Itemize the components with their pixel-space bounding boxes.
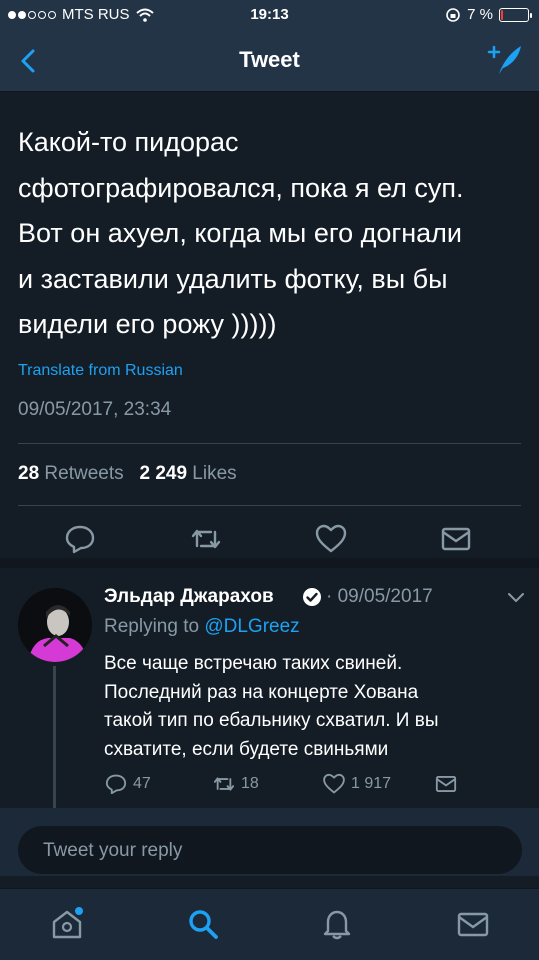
reply-icon[interactable] [63, 522, 97, 556]
tweet-timestamp: 09/05/2017, 23:34 [18, 399, 172, 420]
messages-icon[interactable] [456, 907, 490, 941]
tweet-line: Вот он ахуел, когда мы его догнали [18, 218, 462, 248]
retweets-label[interactable]: Retweets [44, 463, 123, 484]
battery-percent: 7 % [467, 6, 493, 23]
tweet-actions [0, 510, 539, 568]
reply-line: Все чаще встречаю таких свиней. [104, 653, 403, 674]
like-icon [323, 773, 345, 794]
reply-count: 47 [133, 775, 151, 792]
battery-area: 7 % [445, 6, 532, 23]
retweet-icon [213, 777, 235, 791]
reply-dm-button[interactable] [434, 772, 458, 796]
status-bar: MTS RUS 19:13 7 % [0, 0, 539, 30]
dm-share-icon [435, 776, 457, 792]
reply-reply-button[interactable]: 47 [104, 772, 151, 796]
retweet-icon[interactable] [189, 522, 223, 556]
likes-label[interactable]: Likes [192, 463, 236, 484]
likes-count[interactable]: 2 249 [139, 463, 187, 484]
avatar[interactable] [18, 588, 92, 662]
reply-icon [105, 774, 127, 795]
reply-input[interactable]: Tweet your reply [18, 826, 522, 874]
reply-tweet[interactable]: Эльдар Джарахов · 09/05/2017 Replying to… [0, 568, 539, 811]
reply-like-button[interactable]: 1 917 [322, 772, 391, 796]
replying-prefix: Replying to [104, 616, 200, 637]
reply-date: · 09/05/2017 [326, 586, 433, 607]
like-count: 1 917 [351, 775, 392, 792]
divider [18, 443, 521, 444]
page-title: Tweet [239, 47, 300, 72]
reply-actions: 47 18 1 917 [104, 772, 524, 798]
reply-compose-bar: Tweet your reply [0, 808, 539, 876]
retweet-count: 18 [241, 775, 259, 792]
reply-retweet-button[interactable]: 18 [212, 772, 259, 796]
reply-line: Последний раз на концерте Хована [104, 681, 419, 703]
replying-handle[interactable]: @DLGreez [204, 616, 299, 637]
nav-bar: Tweet [0, 30, 539, 92]
tweet-line: сфотографировался, пока я ел суп. [18, 172, 464, 203]
tweet-text: Какой-то пидорас сфотографировался, пока… [18, 120, 528, 348]
tweet-line: видели его рожу ))))) [18, 309, 277, 339]
search-icon[interactable] [186, 907, 220, 941]
home-icon[interactable] [50, 907, 84, 941]
thread-line [53, 666, 56, 811]
translate-link[interactable]: Translate from Russian [18, 362, 183, 380]
verified-icon [303, 588, 321, 606]
tweet-stats: 28 Retweets 2 249 Likes [18, 463, 237, 485]
tweet-line: Какой-то пидорас [18, 127, 239, 157]
orientation-lock-icon [446, 7, 460, 22]
dm-share-icon[interactable] [439, 522, 473, 556]
reply-author-name[interactable]: Эльдар Джарахов [104, 586, 274, 608]
like-icon[interactable] [314, 522, 348, 556]
compose-tweet-icon[interactable] [487, 42, 525, 78]
reply-text: Все чаще встречаю таких свиней. Последни… [104, 650, 524, 764]
notifications-icon[interactable] [320, 907, 354, 941]
retweets-count[interactable]: 28 [18, 463, 39, 484]
reply-line: схватите, если будете свиньями [104, 738, 389, 760]
tweet-line: и заставили удалить фотку, вы бы [18, 263, 448, 294]
chevron-down-icon[interactable] [507, 590, 525, 604]
replying-to: Replying to @DLGreez [104, 616, 300, 638]
reply-line: такой тип по ебальнику схватил. И вы [104, 710, 439, 731]
divider [18, 505, 521, 506]
battery-icon [499, 7, 532, 22]
tab-bar [0, 888, 539, 960]
